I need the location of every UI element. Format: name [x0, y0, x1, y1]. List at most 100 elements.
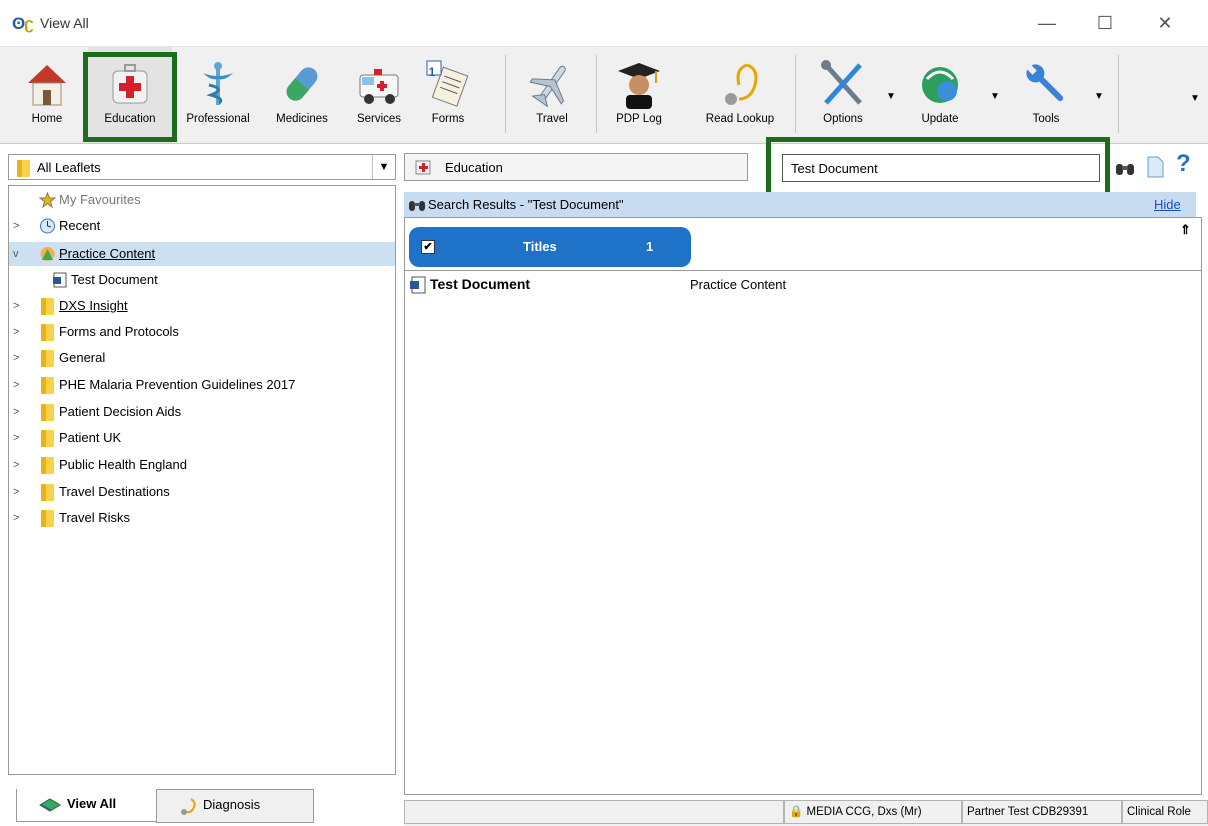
tree-item-label: Recent — [59, 218, 101, 233]
minimize-icon[interactable]: — — [1032, 10, 1062, 36]
status-user-label: MEDIA CCG, Dxs (Mr) — [806, 806, 922, 818]
collapse-up-icon[interactable]: ⇑ — [1180, 222, 1191, 238]
favourites-star-icon — [39, 192, 56, 208]
toolbar-travel-button[interactable]: Travel — [516, 47, 588, 143]
tree-item-travel-destinations[interactable]: > Travel Destinations — [9, 480, 395, 504]
tree-item-practice-content[interactable]: v Practice Content — [9, 242, 395, 266]
airplane-icon — [529, 65, 566, 108]
result-title[interactable]: Test Document — [430, 276, 530, 292]
toolbar-overflow-icon[interactable]: ▼ — [1190, 93, 1200, 104]
medical-kit-icon — [415, 160, 431, 175]
graduate-icon — [618, 63, 660, 109]
toolbar-forms-button[interactable]: 1 Forms — [416, 47, 480, 143]
binoculars-search-icon[interactable] — [1114, 156, 1136, 178]
tree-item-recent[interactable]: > Recent — [9, 214, 395, 238]
tab-diagnosis[interactable]: Diagnosis — [156, 789, 314, 823]
chevron-down-icon[interactable]: ▼ — [372, 155, 395, 179]
tree-item-label: DXS Insight — [59, 298, 128, 313]
hide-link[interactable]: Hide — [1154, 197, 1181, 212]
tree-item-patient-decision-aids[interactable]: > Patient Decision Aids — [9, 400, 395, 424]
titles-count: 1 — [646, 239, 654, 254]
toolbar-label: Read Lookup — [705, 113, 775, 125]
chevron-right-icon[interactable]: > — [13, 294, 27, 318]
chevron-right-icon[interactable]: > — [13, 214, 27, 238]
toolbar-home-button[interactable]: Home — [18, 47, 76, 143]
chevron-right-icon[interactable]: > — [13, 373, 27, 397]
toolbar-separator — [1118, 55, 1119, 133]
folder-icon — [41, 457, 54, 474]
tools-dropdown-icon[interactable]: ▼ — [1094, 91, 1104, 102]
chevron-right-icon[interactable]: > — [13, 480, 27, 504]
toolbar-professional-button[interactable]: Professional — [178, 47, 258, 143]
toolbar-label: Travel — [536, 113, 568, 125]
tree-item-test-document[interactable]: Test Document — [9, 268, 395, 292]
toolbar-label: Update — [921, 113, 959, 125]
results-divider — [404, 270, 1202, 271]
education-highlight-box — [83, 52, 177, 142]
tree-item-public-health-england[interactable]: > Public Health England — [9, 453, 395, 477]
tree-item-label: Practice Content — [59, 246, 156, 261]
tab-label: View All — [67, 796, 117, 811]
titles-filter-tab[interactable]: ✔ Titles 1 — [409, 227, 691, 267]
tree-item-travel-risks[interactable]: > Travel Risks — [9, 506, 395, 530]
result-row[interactable]: Test Document Practice Content — [408, 274, 1198, 296]
close-icon[interactable]: ✕ — [1150, 10, 1180, 36]
search-input[interactable] — [782, 154, 1100, 182]
update-dropdown-icon[interactable]: ▼ — [990, 91, 1000, 102]
titles-checkbox[interactable]: ✔ — [421, 240, 435, 254]
chevron-down-icon[interactable]: v — [13, 242, 27, 266]
tree-item-general[interactable]: > General — [9, 346, 395, 370]
folder-icon — [41, 298, 54, 315]
word-document-icon — [410, 276, 426, 294]
toolbar-medicines-button[interactable]: Medicines — [262, 47, 342, 143]
toolbar-tools-button[interactable]: Tools — [1010, 47, 1082, 143]
tree-item-patient-uk[interactable]: > Patient UK — [9, 426, 395, 450]
chevron-right-icon[interactable]: > — [13, 506, 27, 530]
stethoscope-icon — [725, 63, 758, 105]
chevron-right-icon[interactable]: > — [13, 453, 27, 477]
toolbar-services-button[interactable]: Services — [346, 47, 412, 143]
help-icon[interactable]: ? — [1176, 150, 1191, 178]
status-empty-cell — [404, 800, 784, 824]
leaflet-tree: My Favourites > Recent v Practice Conten… — [8, 185, 396, 775]
toolbar-label: Home — [31, 113, 63, 125]
toolbar-update-button[interactable]: Update — [904, 47, 976, 143]
tree-item-label: Patient UK — [59, 430, 122, 445]
tree-item-dxs-insight[interactable]: > DXS Insight — [9, 294, 395, 318]
tree-item-label: General — [59, 350, 106, 365]
toolbar-pdp-log-button[interactable]: PDP Log — [608, 47, 670, 143]
tree-item-label: Travel Destinations — [59, 484, 170, 499]
tree-item-label: Forms and Protocols — [59, 324, 179, 339]
document-icon[interactable] — [1146, 156, 1164, 178]
home-icon — [28, 65, 66, 106]
options-dropdown-icon[interactable]: ▼ — [886, 91, 896, 102]
toolbar-separator — [795, 55, 796, 133]
chevron-right-icon[interactable]: > — [13, 400, 27, 424]
window-title: View All — [40, 15, 89, 31]
tree-item-forms-and-protocols[interactable]: > Forms and Protocols — [9, 320, 395, 344]
tree-item-my-favourites[interactable]: My Favourites — [9, 188, 395, 212]
tree-item-phe-malaria[interactable]: > PHE Malaria Prevention Guidelines 2017 — [9, 373, 395, 397]
lock-icon: 🔒 — [789, 806, 804, 818]
leaflet-filter-value: All Leaflets — [37, 160, 101, 175]
chevron-right-icon[interactable]: > — [13, 346, 27, 370]
chevron-right-icon[interactable]: > — [13, 320, 27, 344]
toolbar-label: Medicines — [276, 113, 328, 125]
toolbar-label: Forms — [431, 113, 465, 125]
maximize-icon[interactable]: ☐ — [1090, 10, 1120, 36]
book-icon — [39, 798, 61, 812]
folder-icon — [41, 484, 54, 501]
tools-options-icon — [821, 60, 862, 105]
folder-icon — [41, 324, 54, 341]
tab-view-all[interactable]: View All — [16, 789, 158, 822]
toolbar-options-button[interactable]: Options — [806, 47, 880, 143]
category-breadcrumb[interactable]: Education — [404, 153, 748, 181]
toolbar-read-lookup-button[interactable]: Read Lookup — [694, 47, 786, 143]
status-user: 🔒 MEDIA CCG, Dxs (Mr) — [784, 800, 962, 824]
status-bar: 🔒 MEDIA CCG, Dxs (Mr) Partner Test CDB29… — [404, 800, 1208, 826]
pill-icon — [286, 67, 318, 101]
tree-item-label: Test Document — [71, 272, 158, 287]
app-logo-icon: ʘʗ — [12, 14, 34, 33]
leaflet-filter-select[interactable]: All Leaflets ▼ — [8, 154, 396, 180]
chevron-right-icon[interactable]: > — [13, 426, 27, 450]
